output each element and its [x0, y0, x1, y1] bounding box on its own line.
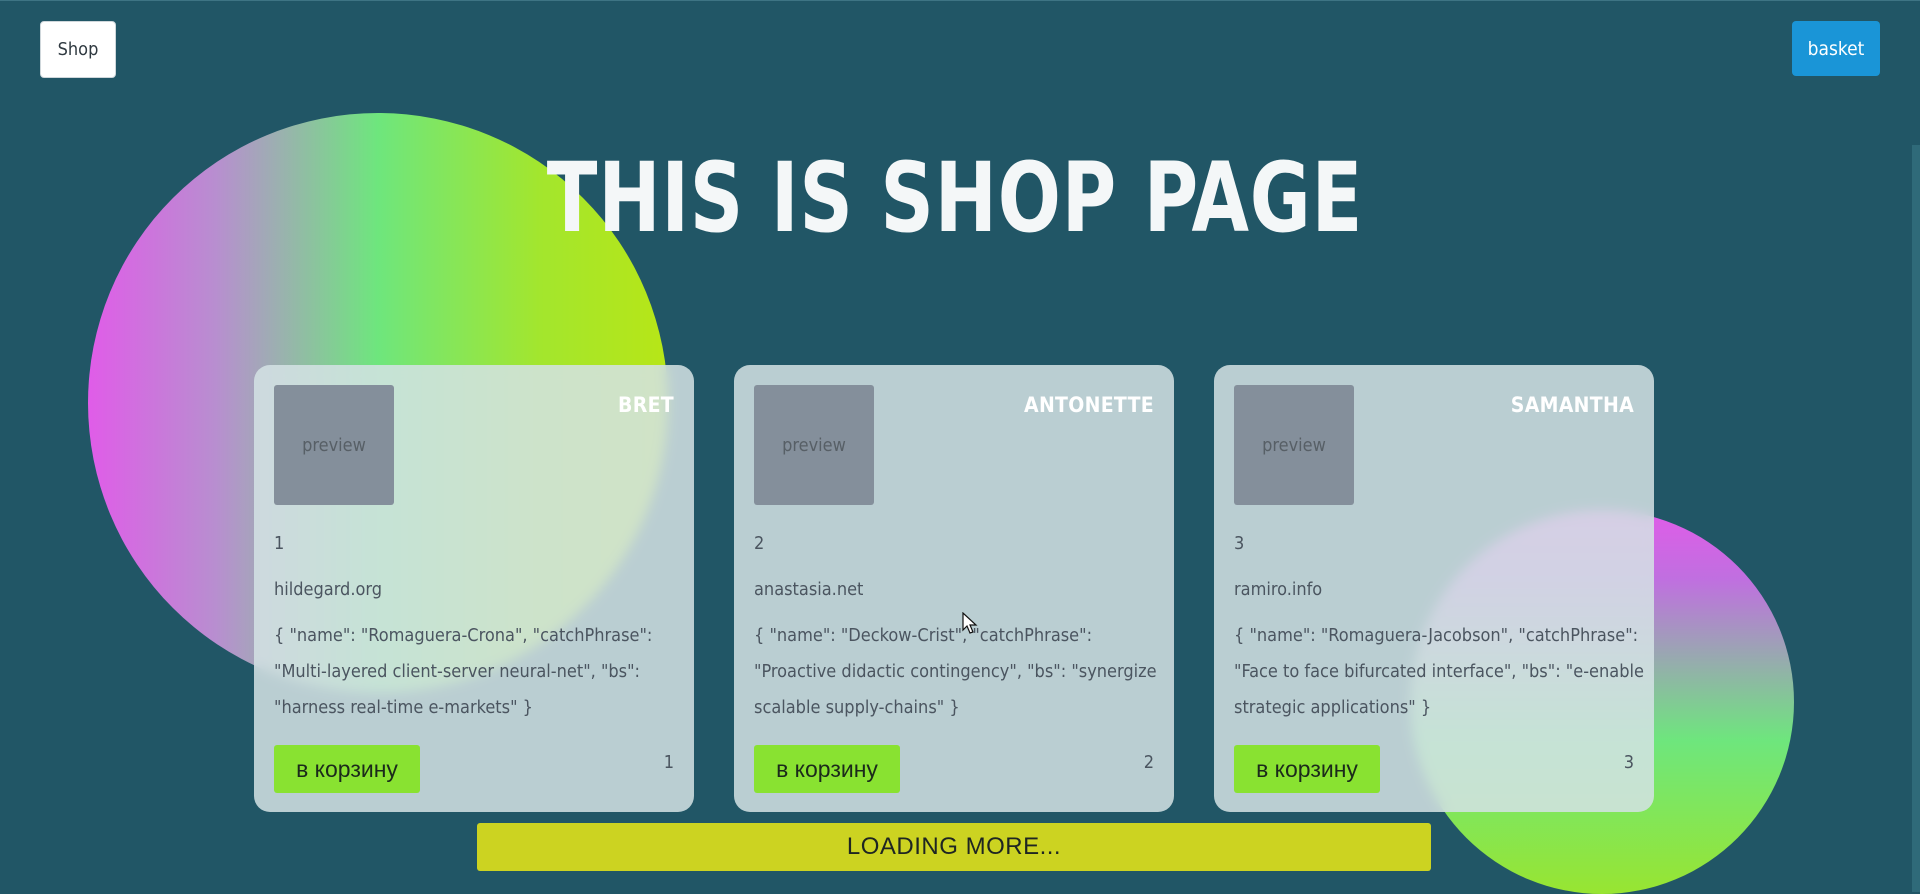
- product-card: preview Antonette 2 anastasia.net { "nam…: [734, 365, 1174, 812]
- product-card: preview Bret 1 hildegard.org { "name": "…: [254, 365, 694, 812]
- card-id: 3: [1234, 533, 1245, 554]
- card-count: 2: [1143, 752, 1154, 773]
- page-title: THIS IS SHOP PAGE: [546, 142, 1364, 255]
- add-to-cart-button[interactable]: в корзину: [754, 745, 900, 793]
- card-count: 1: [663, 752, 674, 773]
- add-to-cart-button[interactable]: в корзину: [274, 745, 420, 793]
- card-count: 3: [1623, 752, 1634, 773]
- scrollbar[interactable]: [1912, 145, 1920, 892]
- shop-button[interactable]: Shop: [40, 21, 116, 78]
- preview-image: preview: [274, 385, 394, 505]
- mouse-cursor-icon: [962, 612, 978, 634]
- card-username: Antonette: [1024, 393, 1154, 417]
- add-to-cart-button[interactable]: в корзину: [1234, 745, 1380, 793]
- card-company: { "name": "Deckow-Crist", "catchPhrase":…: [754, 625, 1157, 718]
- load-more-button[interactable]: LOADING MORE...: [477, 823, 1431, 871]
- card-website: anastasia.net: [754, 579, 864, 600]
- card-id: 1: [274, 533, 285, 554]
- card-website: hildegard.org: [274, 579, 383, 600]
- preview-image: preview: [754, 385, 874, 505]
- card-username: Bret: [618, 393, 674, 417]
- basket-button[interactable]: basket: [1792, 21, 1880, 76]
- card-company: { "name": "Romaguera-Crona", "catchPhras…: [274, 625, 653, 718]
- preview-image: preview: [1234, 385, 1354, 505]
- card-id: 2: [754, 533, 765, 554]
- top-border: [0, 0, 1920, 1]
- card-company: { "name": "Romaguera-Jacobson", "catchPh…: [1234, 625, 1644, 718]
- product-card: preview Samantha 3 ramiro.info { "name":…: [1214, 365, 1654, 812]
- card-username: Samantha: [1510, 393, 1634, 417]
- card-website: ramiro.info: [1234, 579, 1323, 600]
